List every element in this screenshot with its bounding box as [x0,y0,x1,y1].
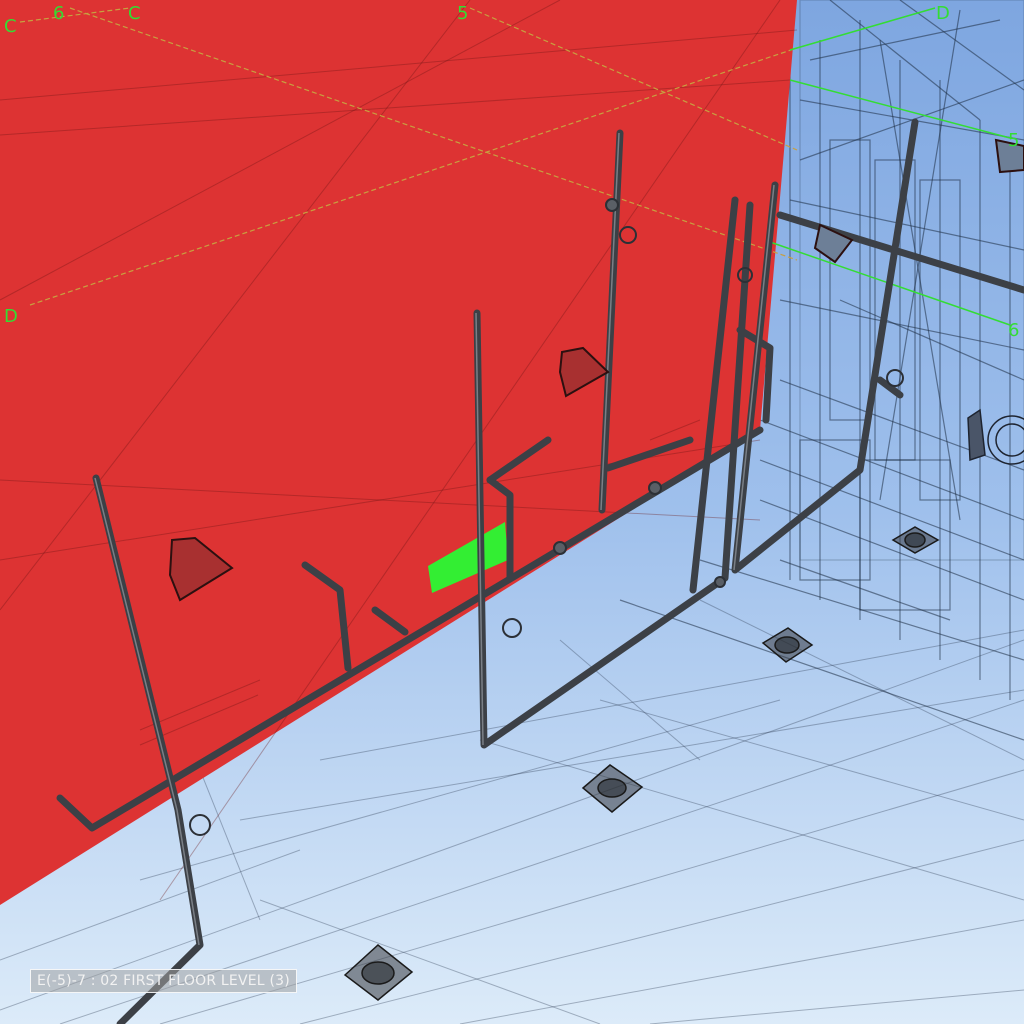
grid-label-d-left: D [4,306,18,327]
grid-label-d-top: D [936,3,950,24]
grid-label-c-left: C [4,16,17,37]
grid-label-c-top: C [128,3,141,24]
3d-viewport[interactable]: C 6 C 5 D D 5 6 E(-5)-7 : 02 FIRST FLOOR… [0,0,1024,1024]
grid-label-6-right: 6 [1008,320,1019,341]
grid-label-6-left: 6 [53,3,64,24]
view-name-label: E(-5)-7 : 02 FIRST FLOOR LEVEL (3) [30,969,297,993]
grid-label-5-top: 5 [457,3,468,24]
grid-label-5-right: 5 [1008,130,1019,151]
model-scene[interactable]: C 6 C 5 D D 5 6 [0,0,1024,1024]
